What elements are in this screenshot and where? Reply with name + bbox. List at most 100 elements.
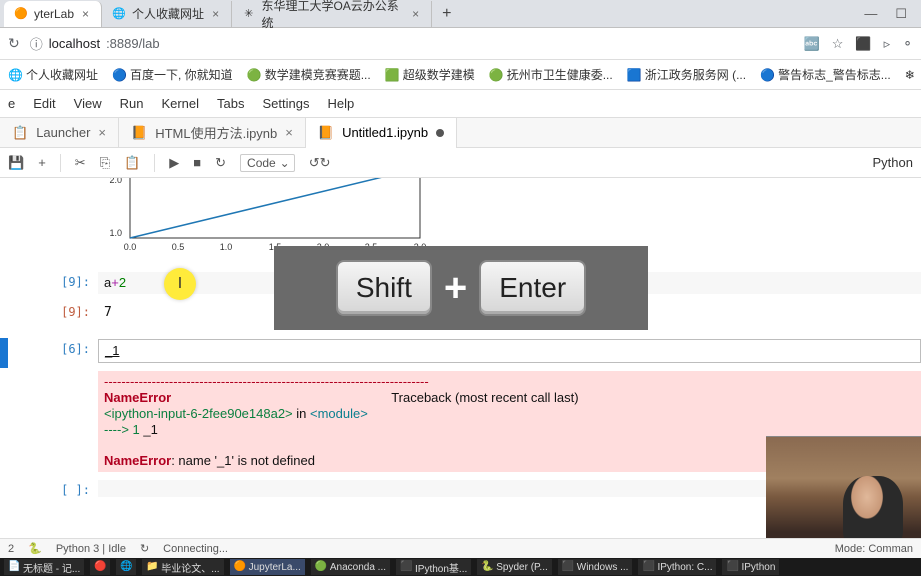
menu-help[interactable]: Help bbox=[327, 96, 354, 111]
error-location: <ipython-input-6-2fee90e148a2> bbox=[104, 406, 293, 421]
tab-label: 东华理工大学OA云办公系统 bbox=[261, 0, 404, 31]
taskbar-item[interactable]: ⬛IPython: C... bbox=[638, 559, 716, 575]
reload-icon[interactable]: ↻ bbox=[8, 35, 20, 52]
taskbar-label: IPython基... bbox=[415, 560, 467, 575]
new-tab-button[interactable]: + bbox=[432, 5, 461, 23]
edge-icon: 🌐 bbox=[120, 561, 132, 573]
ext3-icon[interactable]: ⚬ bbox=[902, 36, 913, 52]
menu-kernel[interactable]: Kernel bbox=[161, 96, 199, 111]
taskbar-item[interactable]: 🐍Spyder (P... bbox=[477, 559, 552, 575]
cell-type-select[interactable]: Code⌄ bbox=[240, 154, 295, 172]
save-button[interactable]: 💾 bbox=[8, 155, 24, 171]
jupyter-icon: 🟠 bbox=[234, 561, 246, 573]
taskbar-label: Anaconda ... bbox=[330, 562, 386, 573]
close-icon[interactable]: × bbox=[210, 7, 221, 21]
bookmark-label: 超级数学建模 bbox=[403, 66, 475, 83]
bookmark-item[interactable]: 🌐个人收藏网址 bbox=[8, 66, 98, 83]
error-arrow: ----> 1 bbox=[104, 422, 143, 437]
maximize-icon[interactable]: ☐ bbox=[895, 6, 907, 22]
browser-tab-strip: 🟠 yterLab × 🌐 个人收藏网址 × ✳ 东华理工大学OA云办公系统 ×… bbox=[0, 0, 921, 28]
menu-run[interactable]: Run bbox=[120, 96, 144, 111]
taskbar-item[interactable]: 📁毕业论文、... bbox=[142, 559, 223, 575]
run-all-button[interactable]: ↺↻ bbox=[309, 155, 331, 171]
tab-launcher[interactable]: 📋 Launcher × bbox=[0, 118, 119, 148]
kernel-name[interactable]: Python bbox=[873, 155, 913, 170]
plus-icon: + bbox=[444, 266, 467, 311]
error-module: <module> bbox=[310, 406, 368, 421]
terminal-icon: ⬛ bbox=[400, 561, 412, 573]
translate-icon[interactable]: 🔤 bbox=[804, 36, 820, 52]
tab-untitled-notebook[interactable]: 📙 Untitled1.ipynb bbox=[306, 118, 457, 148]
taskbar-item[interactable]: ⬛IPython bbox=[722, 559, 779, 575]
fav-icon: 🟦 bbox=[627, 68, 641, 82]
reload-icon[interactable]: ↻ bbox=[140, 542, 149, 555]
close-icon[interactable]: × bbox=[285, 125, 293, 140]
error-name: NameError bbox=[104, 453, 171, 468]
launcher-icon: 📋 bbox=[12, 125, 28, 141]
status-cell-count: 2 bbox=[8, 543, 14, 555]
browser-tab-bookmarks[interactable]: 🌐 个人收藏网址 × bbox=[102, 1, 232, 27]
bookmark-item[interactable]: ❄清华学霸作息时间... bbox=[905, 66, 921, 83]
menu-edit[interactable]: Edit bbox=[33, 96, 55, 111]
menu-tabs[interactable]: Tabs bbox=[217, 96, 244, 111]
taskbar-label: 无标题 - 记... bbox=[23, 560, 80, 575]
site-icon: ✳ bbox=[242, 7, 255, 21]
enter-key: Enter bbox=[479, 260, 586, 316]
code-token: + bbox=[111, 275, 119, 290]
copy-button[interactable]: ⎘ bbox=[100, 155, 110, 171]
input-prompt: [ ]: bbox=[50, 480, 98, 497]
paste-button[interactable]: 📋 bbox=[124, 155, 140, 171]
fav-icon: ❄ bbox=[905, 68, 919, 82]
kernel-status[interactable]: Python 3 | Idle bbox=[56, 543, 126, 555]
fav-icon: 🔵 bbox=[112, 68, 126, 82]
taskbar-item[interactable]: 🟠JupyterLa... bbox=[230, 559, 305, 575]
svg-text:0.0: 0.0 bbox=[124, 242, 137, 252]
bookmark-label: 浙江政务服务网 (... bbox=[645, 66, 746, 83]
taskbar-item[interactable]: 📄无标题 - 记... bbox=[4, 559, 84, 575]
run-button[interactable]: ▶ bbox=[169, 155, 179, 171]
ext2-icon[interactable]: ▹ bbox=[884, 36, 891, 52]
url-input[interactable]: ⓘ localhost:8889/lab bbox=[30, 34, 160, 53]
add-cell-button[interactable]: + bbox=[38, 155, 46, 170]
menu-settings[interactable]: Settings bbox=[263, 96, 310, 111]
info-icon[interactable]: ⓘ bbox=[30, 34, 43, 53]
stop-button[interactable]: ■ bbox=[193, 155, 201, 170]
code-input[interactable]: _1 bbox=[98, 339, 921, 363]
tab-html-notebook[interactable]: 📙 HTML使用方法.ipynb × bbox=[119, 118, 306, 148]
close-icon[interactable]: × bbox=[80, 7, 91, 21]
bookmark-item[interactable]: 🟢数学建模竞赛赛题... bbox=[247, 66, 371, 83]
taskbar-item[interactable]: ⬛Windows ... bbox=[558, 559, 633, 575]
bookmark-item[interactable]: 🟩超级数学建模 bbox=[385, 66, 475, 83]
restart-button[interactable]: ↻ bbox=[215, 155, 226, 171]
ext-icon[interactable]: ⬛ bbox=[855, 36, 871, 52]
minimize-icon[interactable]: — bbox=[864, 6, 877, 22]
bookmark-label: 百度一下, 你就知道 bbox=[130, 66, 233, 83]
windows-taskbar: 📄无标题 - 记... 🔴 🌐 📁毕业论文、... 🟠JupyterLa... … bbox=[0, 558, 921, 576]
close-icon[interactable]: × bbox=[98, 125, 106, 140]
menu-file[interactable]: e bbox=[8, 96, 15, 111]
bookmark-label: 个人收藏网址 bbox=[26, 66, 98, 83]
menu-view[interactable]: View bbox=[74, 96, 102, 111]
tab-label: Untitled1.ipynb bbox=[342, 125, 428, 140]
close-icon[interactable]: × bbox=[410, 7, 421, 21]
error-dashes: ----------------------------------------… bbox=[104, 374, 429, 389]
taskbar-item[interactable]: ⬛IPython基... bbox=[396, 559, 471, 575]
cut-button[interactable]: ✂ bbox=[75, 155, 86, 171]
browser-tab-oa[interactable]: ✳ 东华理工大学OA云办公系统 × bbox=[232, 1, 432, 27]
bookmark-item[interactable]: 🟦 浙江政务服务网 (... bbox=[627, 66, 746, 83]
bookmark-item[interactable]: 🔵警告标志_警告标志... bbox=[760, 66, 891, 83]
globe-icon: 🌐 bbox=[112, 7, 126, 21]
browser-tab-jupyterlab[interactable]: 🟠 yterLab × bbox=[4, 1, 102, 27]
taskbar-item[interactable]: 🟢Anaconda ... bbox=[311, 559, 390, 575]
taskbar-item[interactable]: 🔴 bbox=[90, 559, 110, 575]
taskbar-item[interactable]: 🌐 bbox=[116, 559, 136, 575]
anaconda-icon: 🟢 bbox=[315, 561, 327, 573]
error-code: _1 bbox=[143, 422, 157, 437]
bookmark-item[interactable]: 🟢抚州市卫生健康委... bbox=[489, 66, 613, 83]
fav-icon: 🟢 bbox=[489, 68, 503, 82]
star-icon[interactable]: ☆ bbox=[832, 36, 844, 52]
fav-icon: 🔵 bbox=[760, 68, 774, 82]
code-cell-selected[interactable]: [6]: _1 bbox=[0, 335, 921, 367]
bookmark-item[interactable]: 🔵 百度一下, 你就知道 bbox=[112, 66, 233, 83]
svg-text:0.5: 0.5 bbox=[172, 242, 185, 252]
